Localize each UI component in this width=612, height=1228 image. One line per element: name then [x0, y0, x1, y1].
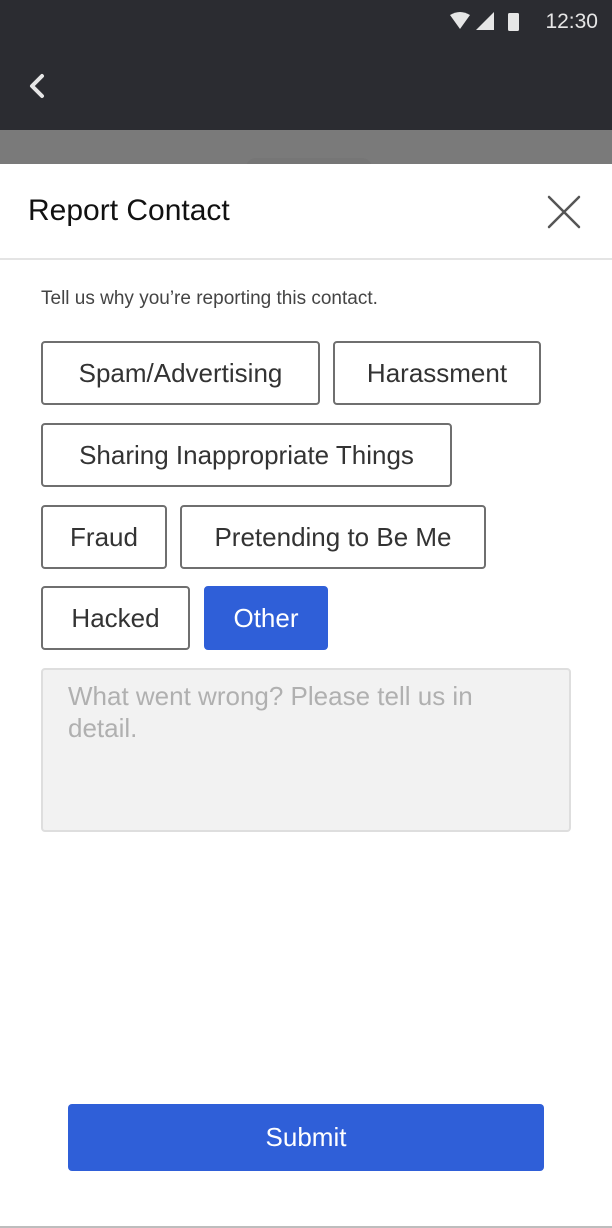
reason-chip-harassment[interactable]: Harassment	[333, 341, 541, 405]
app-bar	[0, 44, 612, 130]
reason-chip-spam-advertising[interactable]: Spam/Advertising	[41, 341, 320, 405]
sheet-header: Report Contact	[0, 164, 612, 260]
status-bar: 12:30	[0, 0, 612, 44]
wifi-icon	[450, 12, 470, 29]
close-button[interactable]	[546, 194, 582, 230]
sheet-title: Report Contact	[28, 194, 230, 227]
reason-chip-sharing-inappropriate-things[interactable]: Sharing Inappropriate Things	[41, 423, 452, 487]
detail-input[interactable]	[41, 668, 571, 832]
status-icons	[450, 12, 519, 31]
report-sheet: Report Contact Tell us why you’re report…	[0, 164, 612, 1228]
report-prompt: Tell us why you’re reporting this contac…	[41, 288, 378, 309]
back-button[interactable]	[22, 68, 54, 104]
reason-chip-other[interactable]: Other	[204, 586, 328, 650]
signal-icon	[476, 12, 494, 30]
status-time: 12:30	[545, 10, 598, 33]
reason-chip-fraud[interactable]: Fraud	[41, 505, 167, 569]
reason-chip-pretending-to-be-me[interactable]: Pretending to Be Me	[180, 505, 486, 569]
chevron-left-icon	[30, 74, 44, 98]
submit-button[interactable]: Submit	[68, 1104, 544, 1171]
dimmed-background	[0, 130, 612, 164]
reason-chip-hacked[interactable]: Hacked	[41, 586, 190, 650]
close-icon	[547, 195, 581, 229]
battery-icon	[508, 13, 519, 31]
